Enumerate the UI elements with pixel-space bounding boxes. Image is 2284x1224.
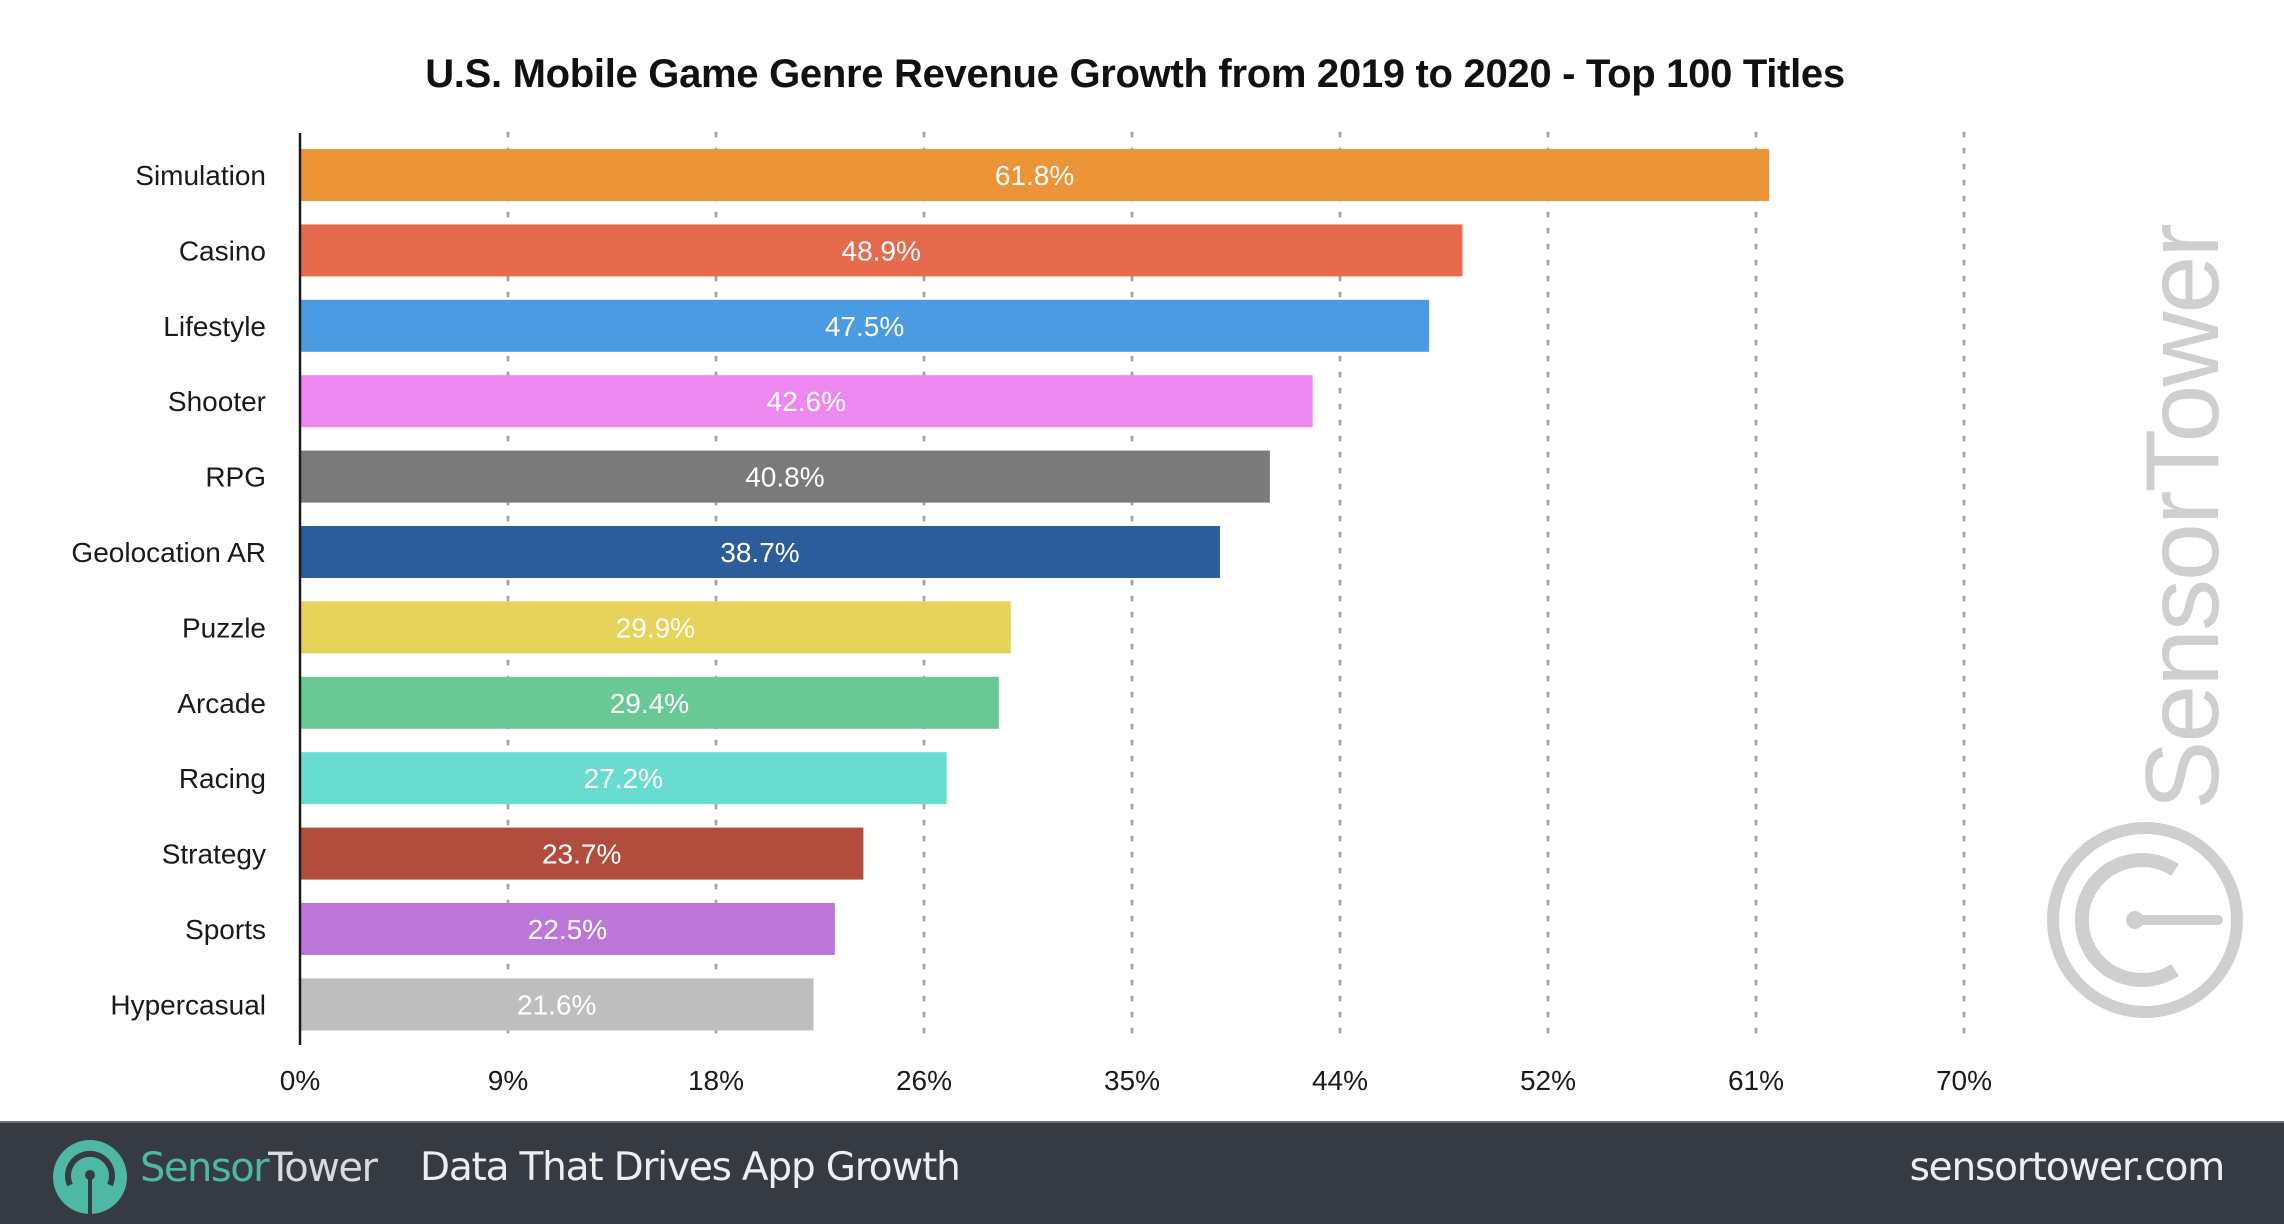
bar-value-label: 38.7% [720, 537, 799, 568]
bar-value-label: 48.9% [842, 235, 921, 266]
bar-value-label: 29.9% [616, 612, 695, 643]
bar-value-label: 42.6% [767, 386, 846, 417]
category-label: RPG [205, 462, 266, 493]
sensortower-logo-icon [53, 1140, 127, 1215]
category-label: Sports [185, 914, 266, 945]
category-labels: Simulation Casino Lifestyle Shooter RPG Geolo… [71, 160, 266, 1020]
bar-value-label: 47.5% [825, 311, 904, 342]
category-label: Shooter [168, 386, 266, 417]
footer-tagline: Data That Drives App Growth [420, 1145, 961, 1190]
bar-value-label: 27.2% [584, 763, 663, 794]
x-tick-label: 61% [1728, 1065, 1784, 1096]
x-axis-tick-labels: 0% 9% 18% 26% 35% 44% 52% 61% 70% [280, 1065, 1992, 1096]
category-label: Arcade [177, 688, 266, 719]
bar-value-label: 23.7% [542, 839, 621, 870]
bar-value-label: 21.6% [517, 989, 596, 1020]
bar-chart: 61.8% 48.9% 47.5% 42.6% 40.8% 38.7% 29.9% 29.4%… [71, 131, 1992, 1096]
category-label: Lifestyle [163, 311, 266, 342]
x-tick-label: 52% [1520, 1065, 1576, 1096]
bar-value-label: 29.4% [610, 688, 689, 719]
category-label: Geolocation AR [71, 537, 266, 568]
watermark-text: SensorTower [2125, 225, 2241, 810]
footer-url[interactable]: sensortower.com [1910, 1145, 2226, 1190]
x-tick-label: 44% [1312, 1065, 1368, 1096]
category-label: Simulation [135, 160, 266, 191]
x-tick-label: 9% [488, 1065, 528, 1096]
category-label: Racing [179, 763, 266, 794]
brand-tower: Tower [268, 1145, 378, 1191]
footer-banner: SensorTower Data That Drives App Growth … [0, 1121, 2284, 1224]
bar-value-label: 61.8% [995, 160, 1074, 191]
x-tick-label: 70% [1936, 1065, 1992, 1096]
bar-value-label: 22.5% [528, 914, 607, 945]
category-label: Casino [179, 235, 266, 266]
x-tick-label: 0% [280, 1065, 320, 1096]
bar-value-label: 40.8% [745, 462, 824, 493]
sensortower-watermark: SensorTower [2047, 225, 2243, 1018]
x-tick-label: 26% [896, 1065, 952, 1096]
x-tick-label: 35% [1104, 1065, 1160, 1096]
x-tick-label: 18% [688, 1065, 744, 1096]
watermark-logo-icon [2047, 822, 2243, 1018]
category-label: Hypercasual [110, 989, 266, 1020]
category-label: Puzzle [182, 612, 266, 643]
footer-brand-name: SensorTower [140, 1145, 378, 1191]
category-label: Strategy [162, 839, 266, 870]
brand-sensor: Sensor [140, 1145, 270, 1191]
